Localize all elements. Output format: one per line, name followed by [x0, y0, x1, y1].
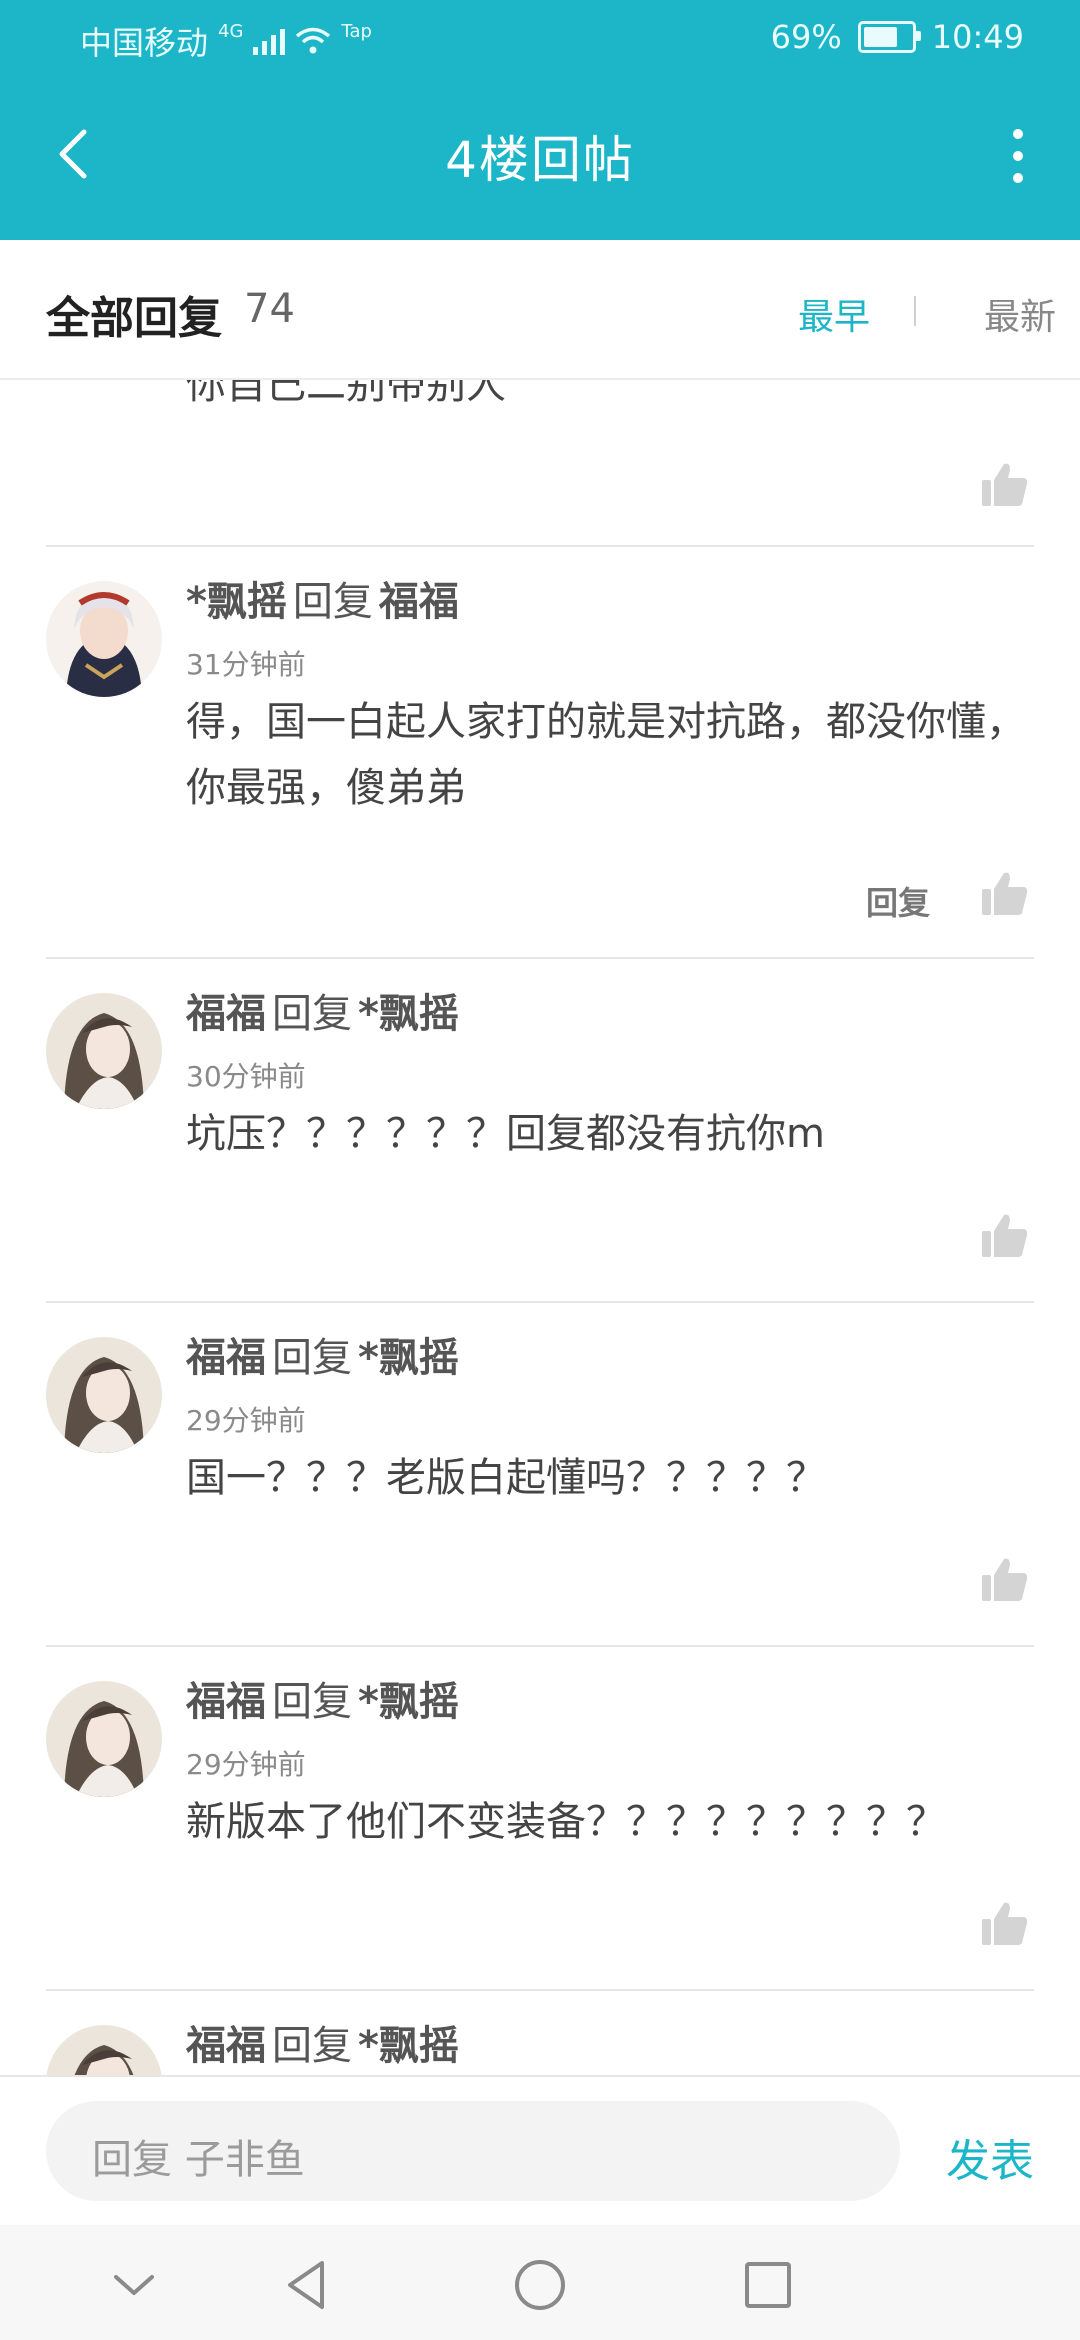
reply-word: 回复	[272, 2023, 352, 2069]
system-nav-bar	[0, 2225, 1080, 2340]
reply-header: 福福 回复 *飘摇	[186, 2013, 459, 2071]
reply-word: 回复	[272, 1335, 352, 1381]
thumbs-up-icon[interactable]	[980, 460, 1030, 510]
avatar[interactable]	[46, 1681, 162, 1797]
thumbs-up-icon[interactable]	[980, 1211, 1030, 1261]
reply-header: *飘摇 回复 福福	[186, 569, 459, 627]
nav-bar: 4楼回帖	[0, 100, 1080, 210]
top-bar: 中国移动 4G Tap 69% 10:49 4楼回帖	[0, 0, 1080, 240]
reply-item: *飘摇 回复 福福 31分钟前 得，国一白起人家打的就是对抗路，都没你懂，你最强，傻…	[0, 547, 1080, 957]
reply-header: 福福 回复 *飘摇	[186, 1669, 459, 1727]
reply-content: 新版本了他们不变装备？？？？？？？？？	[186, 1799, 946, 1845]
reply-word: 回复	[292, 579, 373, 625]
reply-header: 福福 回复 *飘摇	[186, 981, 459, 1039]
all-replies-label: 全部回复	[46, 293, 222, 344]
sort-earliest-tab[interactable]: 最早	[798, 288, 870, 340]
timestamp: 31分钟前	[186, 648, 306, 681]
reply-content: 得，国一白起人家打的就是对抗路，都没你懂，你最强，傻弟弟	[186, 699, 1026, 811]
timestamp: 29分钟前	[186, 1404, 306, 1437]
sort-divider	[914, 296, 916, 326]
target-name[interactable]: 福福	[379, 579, 459, 625]
avatar[interactable]	[46, 993, 162, 1109]
author-name[interactable]: 福福	[186, 2023, 266, 2069]
page-title: 4楼回帖	[445, 131, 635, 189]
author-name[interactable]: *飘摇	[186, 579, 287, 625]
sort-latest-tab[interactable]: 最新	[984, 288, 1056, 340]
recent-apps-square-icon[interactable]	[738, 2255, 798, 2315]
signal-icon	[253, 27, 286, 55]
timestamp: 29分钟前	[186, 1748, 306, 1781]
tap-indicator: Tap	[341, 20, 372, 42]
network-type: 4G	[218, 20, 244, 42]
reply-button[interactable]: 回复	[866, 878, 930, 924]
partial-reply-text: 你自己二别带别人	[186, 380, 506, 408]
thumbs-up-icon[interactable]	[980, 869, 1030, 919]
reply-content: 国一？？？老版白起懂吗？？？？？	[186, 1455, 826, 1501]
target-name[interactable]: *飘摇	[358, 991, 459, 1037]
carrier-label: 中国移动	[80, 24, 209, 62]
battery-icon	[857, 21, 921, 53]
home-circle-icon[interactable]	[510, 2255, 570, 2315]
reply-header: 福福 回复 *飘摇	[186, 1325, 459, 1383]
status-bar: 中国移动 4G Tap 69% 10:49	[0, 0, 1080, 72]
avatar[interactable]	[46, 2025, 162, 2075]
thumbs-up-icon[interactable]	[980, 1555, 1030, 1605]
target-name[interactable]: *飘摇	[358, 1679, 459, 1725]
timestamp: 30分钟前	[186, 1060, 306, 1093]
reply-word: 回复	[272, 1679, 352, 1725]
send-button[interactable]: 发表	[946, 2125, 1034, 2189]
reply-item: 福福 回复 *飘摇 30分钟前 坑压？？？？？？回复都没有抗你m	[0, 959, 1080, 1301]
wifi-icon	[296, 27, 331, 54]
reply-item: 福福 回复 *飘摇 29分钟前 新版本了他们不变装备？？？？？？？？？	[0, 1647, 1080, 1989]
more-options-icon[interactable]	[1012, 128, 1024, 188]
target-name[interactable]: *飘摇	[358, 2023, 459, 2069]
battery-percent: 69%	[770, 18, 842, 56]
reply-content: 坑压？？？？？？回复都没有抗你m	[186, 1111, 825, 1157]
reply-count: 74	[244, 286, 295, 332]
sort-bar: 全部回复 74 最早 最新	[0, 240, 1080, 380]
clock: 10:49	[931, 18, 1024, 56]
reply-item: 福福 回复 *飘摇 29分钟前 国一？？？老版白起懂吗？？？？？	[0, 1303, 1080, 1645]
reply-word: 回复	[272, 991, 352, 1037]
reply-input[interactable]: 回复 子非鱼	[46, 2101, 900, 2201]
reply-item: 福福 回复 *飘摇	[0, 1991, 1080, 2075]
thumbs-up-icon[interactable]	[980, 1899, 1030, 1949]
back-triangle-icon[interactable]	[278, 2255, 338, 2315]
chevron-down-icon[interactable]	[104, 2255, 164, 2315]
reply-list[interactable]: 你自己二别带别人 *飘摇 回复 福福 31分钟前 得，国一白起人家打的就是对抗路，都…	[0, 380, 1080, 2075]
author-name[interactable]: 福福	[186, 991, 266, 1037]
author-name[interactable]: 福福	[186, 1335, 266, 1381]
avatar[interactable]	[46, 581, 162, 697]
reply-input-bar: 回复 子非鱼 发表	[0, 2075, 1080, 2227]
target-name[interactable]: *飘摇	[358, 1335, 459, 1381]
reply-input-placeholder: 回复 子非鱼	[92, 2137, 305, 2183]
avatar[interactable]	[46, 1337, 162, 1453]
author-name[interactable]: 福福	[186, 1679, 266, 1725]
